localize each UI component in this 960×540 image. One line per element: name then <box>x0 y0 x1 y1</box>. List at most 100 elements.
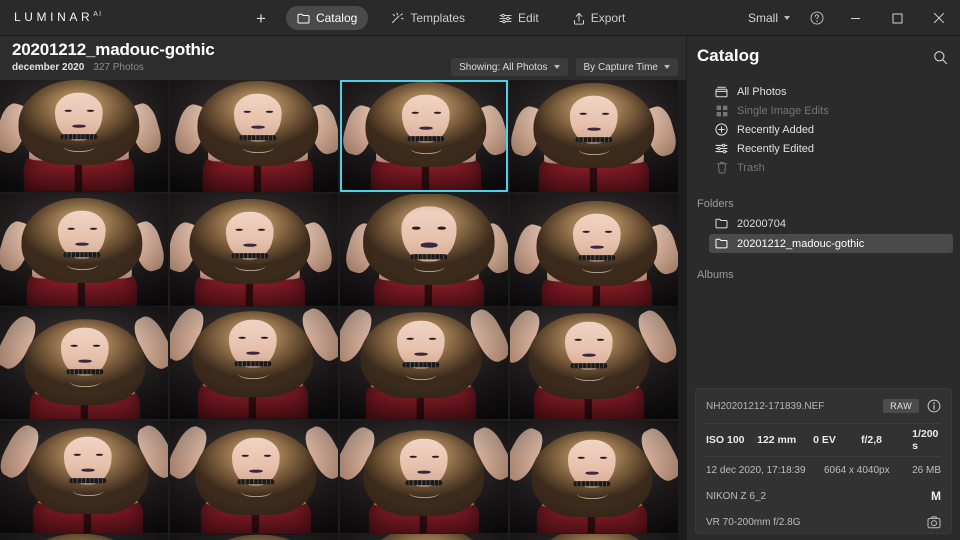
title-bar: LUMINARAI + Catalog Templates Edit Expor… <box>0 0 960 36</box>
search-icon <box>933 50 948 65</box>
folder-icon <box>715 218 728 229</box>
capture-date: 12 dec 2020, 17:18:39 <box>706 464 806 476</box>
tab-templates-label: Templates <box>410 11 466 25</box>
photo-image <box>170 420 338 533</box>
photo-thumbnail[interactable] <box>510 193 678 306</box>
photo-thumbnail[interactable] <box>0 307 168 419</box>
photo-thumbnail[interactable] <box>170 534 338 540</box>
photo-thumbnail[interactable] <box>0 193 168 306</box>
plus-circle-icon <box>715 123 728 136</box>
photo-image <box>340 534 508 540</box>
folders-block: Folders 20200704 20201212_madouc-gothic A… <box>687 186 960 285</box>
photo-image <box>510 193 678 306</box>
photo-image <box>510 534 678 540</box>
sidebar-item-recently-edited[interactable]: Recently Edited <box>709 139 953 158</box>
window-controls: Small <box>738 0 960 36</box>
camera-model: NIKON Z 6_2 <box>706 490 767 502</box>
photo-image <box>170 193 338 306</box>
photo-image <box>0 420 168 533</box>
photo-image <box>340 193 508 306</box>
exif-value-4: 1/200 s <box>912 428 939 452</box>
photo-thumbnail[interactable] <box>510 534 678 540</box>
sidebar-item-label: All Photos <box>737 85 787 98</box>
capture-info-row: 12 dec 2020, 17:18:39 6064 x 4040px 26 M… <box>696 457 951 483</box>
shooting-mode: M <box>931 489 941 503</box>
photo-image <box>510 420 678 533</box>
photo-image <box>0 80 168 192</box>
maximize-button[interactable] <box>876 0 918 36</box>
chevron-down-icon <box>784 16 790 20</box>
maximize-icon <box>892 13 903 24</box>
photo-thumbnail[interactable] <box>510 420 678 533</box>
tab-export[interactable]: Export <box>562 6 637 30</box>
sliders-icon <box>715 142 728 155</box>
minimize-button[interactable] <box>834 0 876 36</box>
exif-value-2: 0 EV <box>813 434 836 446</box>
photo-thumbnail[interactable] <box>170 420 338 533</box>
thumbnail-size-select[interactable]: Small <box>738 6 800 30</box>
photo-thumbnail[interactable] <box>170 193 338 306</box>
tab-catalog[interactable]: Catalog <box>285 6 369 30</box>
tab-templates[interactable]: Templates <box>380 6 476 30</box>
folder-item-label: 20201212_madouc-gothic <box>737 237 865 250</box>
photo-thumbnail[interactable] <box>510 307 678 419</box>
photo-image <box>340 420 508 533</box>
sidebar-item-all-photos[interactable]: All Photos <box>709 82 953 101</box>
app-logo: LUMINARAI <box>14 10 103 24</box>
photo-grid[interactable] <box>0 80 686 540</box>
sort-dropdown[interactable]: By Capture Time <box>575 58 678 76</box>
filter-dropdown[interactable]: Showing: All Photos <box>451 58 568 76</box>
lens-row: VR 70-200mm f/2.8G <box>696 509 951 535</box>
tab-edit[interactable]: Edit <box>488 6 550 30</box>
file-name: NH20201212-171839.NEF <box>706 400 825 412</box>
photo-thumbnail[interactable] <box>170 307 338 419</box>
photo-thumbnail[interactable] <box>340 534 508 540</box>
photo-thumbnail[interactable] <box>340 307 508 419</box>
collection-month: december 2020 <box>12 62 85 73</box>
photo-thumbnail[interactable] <box>0 534 168 540</box>
photo-thumbnail[interactable] <box>340 80 508 192</box>
folder-icon <box>715 238 728 249</box>
photo-image <box>170 307 338 419</box>
photo-thumbnail[interactable] <box>170 80 338 192</box>
exif-value-3: f/2,8 <box>860 434 882 446</box>
help-button[interactable] <box>800 0 834 36</box>
sidebar-item-single-image-edits[interactable]: Single Image Edits <box>709 101 953 120</box>
sliders-icon <box>499 13 512 24</box>
sidebar-search-button[interactable] <box>933 50 948 65</box>
collection-subtitle: december 2020 327 Photos <box>12 62 144 73</box>
sidebar-item-label: Recently Edited <box>737 142 815 155</box>
sidebar-item-label: Single Image Edits <box>737 104 829 117</box>
sort-dropdown-label: By Capture Time <box>583 61 658 73</box>
albums-label: Albums <box>697 269 734 281</box>
format-badge: RAW <box>883 399 919 413</box>
camera-row: NIKON Z 6_2 M <box>696 483 951 509</box>
photo-image <box>340 307 508 419</box>
close-button[interactable] <box>918 0 960 36</box>
lens-model: VR 70-200mm f/2.8G <box>706 516 801 528</box>
exif-value-1: 122 mm <box>757 434 797 446</box>
trash-icon <box>715 161 728 174</box>
photo-thumbnail[interactable] <box>340 420 508 533</box>
chevron-down-icon <box>553 65 560 69</box>
folder-item-20201212_madouc-gothic[interactable]: 20201212_madouc-gothic <box>709 234 953 253</box>
info-circle-icon[interactable] <box>927 399 941 413</box>
sidebar-item-recently-added[interactable]: Recently Added <box>709 120 953 139</box>
sidebar-item-label: Recently Added <box>737 123 815 136</box>
sparkle-icon <box>391 12 404 24</box>
exif-value-0: ISO 100 <box>706 434 745 446</box>
photo-thumbnail[interactable] <box>510 80 678 192</box>
thumbnail-size-value: Small <box>747 11 778 25</box>
photo-thumbnail[interactable] <box>0 80 168 192</box>
photo-image <box>0 307 168 419</box>
metadata-panel: NH20201212-171839.NEF RAW ISO 100 122 mm 0… <box>695 388 952 534</box>
catalog-item-list: All Photos Single Image Edits Recently Add… <box>687 82 960 177</box>
add-button[interactable]: + <box>248 6 274 30</box>
photo-thumbnail[interactable] <box>340 193 508 306</box>
sidebar-item-trash[interactable]: Trash <box>709 158 953 177</box>
photo-image <box>510 307 678 419</box>
photo-thumbnail[interactable] <box>0 420 168 533</box>
help-circle-icon <box>810 11 824 25</box>
folder-item-20200704[interactable]: 20200704 <box>709 214 953 233</box>
grid-controls: Showing: All Photos By Capture Time <box>451 58 678 76</box>
